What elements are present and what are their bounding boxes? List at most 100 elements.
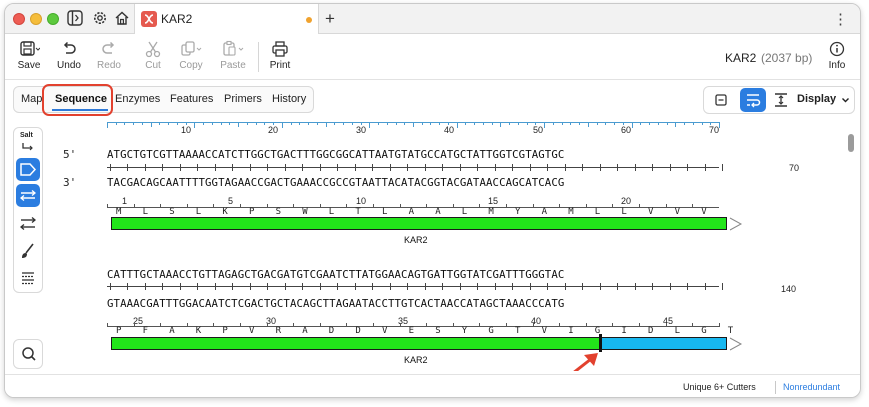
codon-tick [186,204,188,208]
wrap-lines-button[interactable] [740,88,766,112]
codon-tick [506,323,507,327]
feature-bar-kar2-part2[interactable] [601,337,727,350]
print-button[interactable]: Print [260,38,300,76]
amino-acid: P [116,326,122,336]
info-button[interactable]: Info [817,38,857,76]
codon-tick [692,323,694,327]
top-strand-sequence[interactable]: ATGCTGTCGTTAAAACCATCTTGGCTGACTTTGGCGGCAT… [107,148,564,161]
codon-tick [479,204,481,208]
document-tab[interactable]: KAR2 [134,4,319,34]
close-window-button[interactable] [13,13,25,25]
home-icon[interactable] [113,9,133,29]
strand-tick [232,164,234,171]
feature-label: KAR2 [404,235,428,245]
feature-label: KAR2 [404,355,428,365]
save-button[interactable]: Save [9,38,49,76]
minimize-window-button[interactable] [30,13,42,25]
ruler-tick [561,122,563,125]
more-menu-icon[interactable]: ⋮ [833,10,848,28]
cut-button[interactable]: Cut [133,38,173,76]
codon-tick [612,323,614,327]
sidebar-toggle-icon[interactable] [66,9,86,29]
copy-icon [181,41,202,56]
bottom-strand-sequence[interactable]: GTAAACGATTTGGACAATCTCGACTGCTACAGCTTAGAAT… [107,297,564,310]
strand-tick [634,164,636,171]
ruler-tick [413,122,414,127]
ruler-tick [386,122,388,125]
copy-button[interactable]: Copy [171,38,211,76]
document-tab-title: KAR2 [161,12,193,26]
amino-acid: P [222,326,228,336]
enzyme-set-label[interactable]: Unique 6+ Cutters [683,382,756,392]
redo-button[interactable]: Redo [89,38,129,76]
nonredundant-link[interactable]: Nonredundant [783,382,840,392]
chevron-down-icon[interactable] [841,96,850,104]
sequence-view[interactable]: 10 20 30 40 50 60 70 5' 3' ATGCTGTCGTTAA… [45,118,845,371]
line-spacing-button[interactable] [768,88,794,112]
amino-acid: Y [515,207,521,217]
strand-tick [197,164,199,171]
display-menu-label[interactable]: Display [797,93,836,105]
feature-arrow-icon [20,163,37,176]
swap-strands-button[interactable] [16,212,40,235]
feature-bar-kar2[interactable] [111,217,727,230]
strand-tick [564,164,566,171]
ruler-tick [334,122,336,125]
ruler-tick [701,122,703,125]
show-translation-button[interactable] [16,184,40,207]
show-features-button[interactable] [16,158,40,181]
amino-acid: L [382,207,388,217]
feature-bar-kar2-part1[interactable] [111,337,601,350]
tab-enzymes[interactable]: Enzymes [115,93,160,105]
tab-map[interactable]: Map [21,93,42,105]
ruler-tick [255,122,257,125]
new-tab-button[interactable]: + [325,9,335,29]
amino-acid: L [621,207,627,217]
tab-primers[interactable]: Primers [224,93,262,105]
strand-tick [669,164,671,171]
undo-button[interactable]: Undo [49,38,89,76]
color-brush-button[interactable] [16,240,40,263]
codon-tick [665,204,667,208]
print-label: Print [269,60,291,71]
salt-button[interactable]: Salt [16,131,40,154]
amino-acid: M [116,207,122,217]
tab-features[interactable]: Features [170,93,213,105]
snapgene-file-icon [141,11,157,27]
zoom-window-button[interactable] [47,13,59,25]
amino-acid: K [222,207,228,217]
codon-tick [399,204,401,208]
vertical-scrollbar[interactable] [848,134,854,152]
amino-acid: V [674,207,681,217]
paste-button[interactable]: Paste [213,38,253,76]
status-bar: Unique 6+ Cutters Nonredundant [5,374,860,397]
ruler-tick [115,122,117,125]
bottom-strand-sequence[interactable]: TACGACAGCAATTTTGGTAGAACCGACTGAAACCGCCGTA… [107,176,564,189]
undo-icon [63,41,76,54]
top-strand-sequence[interactable]: CATTTGCTAAACCTGTTAGAGCTGACGATGTCGAATCTTA… [107,268,564,281]
codon-tick [240,323,241,327]
text-format-button[interactable] [16,267,40,290]
document-name: KAR2 [725,51,757,65]
codon-tick [452,204,454,208]
ruler-tick [526,122,528,125]
paste-icon [223,40,244,56]
find-button[interactable] [13,339,43,369]
codon-tick [266,204,268,208]
paste-label: Paste [220,60,246,71]
codon-tick [160,204,162,208]
ruler-tick [684,122,686,125]
frame-view-button[interactable] [708,88,734,112]
amino-acid: D [328,326,335,336]
strand-tick [144,164,146,171]
paintbrush-icon [22,243,34,258]
ruler-tick [509,122,511,125]
three-prime-label: 3' [63,176,77,189]
gear-icon[interactable] [91,9,111,29]
ruler-tick [491,122,493,125]
tab-history[interactable]: History [272,93,306,105]
strand-tick [564,283,566,290]
codon-tick [559,204,561,208]
ruler-tick [649,122,651,125]
ruler-number: 60 [621,125,632,135]
